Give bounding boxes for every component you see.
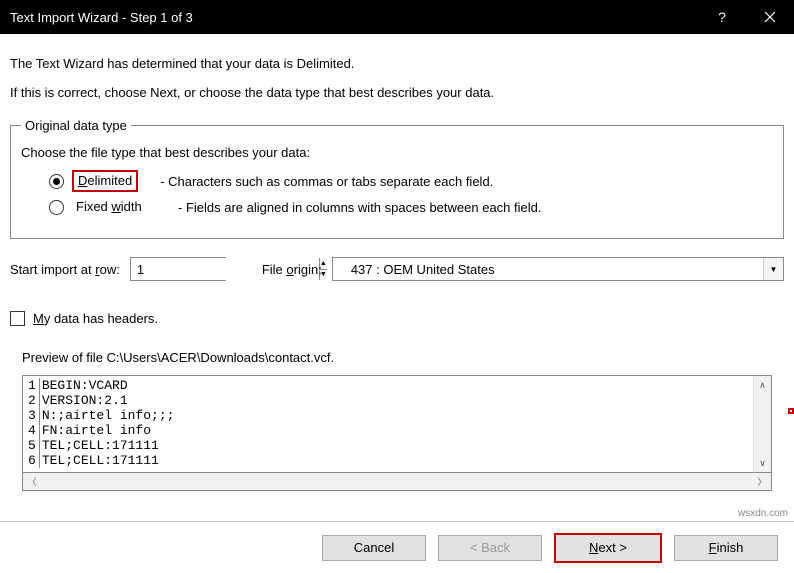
- preview-content: 1BEGIN:VCARD 2VERSION:2.1 3N:;airtel inf…: [23, 376, 753, 472]
- scroll-left-icon[interactable]: 〈: [23, 473, 41, 490]
- close-button[interactable]: [746, 0, 794, 34]
- preview-line: 1BEGIN:VCARD: [25, 378, 753, 393]
- help-button[interactable]: ?: [698, 0, 746, 34]
- radio-fixed-width[interactable]: [49, 200, 64, 215]
- horizontal-scrollbar[interactable]: 〈 〉: [22, 473, 772, 491]
- preview-line: 2VERSION:2.1: [25, 393, 753, 408]
- preview-line: 5TEL;CELL:171111: [25, 438, 753, 453]
- scroll-right-icon[interactable]: 〉: [753, 473, 771, 490]
- radio-row-fixed[interactable]: Fixed width - Fields are aligned in colu…: [49, 198, 773, 216]
- radio-label-delimited: Delimited: [78, 173, 132, 188]
- preview-line: 6TEL;CELL:171111: [25, 453, 753, 468]
- radio-desc-fixed: - Fields are aligned in columns with spa…: [178, 200, 541, 215]
- next-button[interactable]: Next >: [554, 533, 662, 563]
- file-origin-value: 437 : OEM United States: [333, 262, 763, 277]
- close-icon: [764, 11, 776, 23]
- file-origin-select[interactable]: 437 : OEM United States ▼: [332, 257, 784, 281]
- radio-desc-delimited: - Characters such as commas or tabs sepa…: [160, 174, 493, 189]
- preview-line: 4FN:airtel info: [25, 423, 753, 438]
- file-origin-label: File origin:: [262, 262, 322, 277]
- titlebar: Text Import Wizard - Step 1 of 3 ?: [0, 0, 794, 34]
- original-data-type-group: Original data type Choose the file type …: [10, 118, 784, 239]
- headers-checkbox[interactable]: [10, 311, 25, 326]
- preview-label: Preview of file C:\Users\ACER\Downloads\…: [22, 350, 784, 365]
- annotation-marker: [788, 408, 794, 414]
- headers-label: My data has headers.: [33, 311, 158, 326]
- chevron-down-icon[interactable]: ▼: [763, 258, 783, 280]
- intro-text-1: The Text Wizard has determined that your…: [10, 56, 784, 71]
- preview-box: 1BEGIN:VCARD 2VERSION:2.1 3N:;airtel inf…: [22, 375, 772, 473]
- start-row-spinner[interactable]: ▲ ▼: [130, 257, 226, 281]
- preview-line: 3N:;airtel info;;;: [25, 408, 753, 423]
- intro-text-2: If this is correct, choose Next, or choo…: [10, 85, 784, 100]
- watermark: wsxdn.com: [738, 508, 788, 519]
- vertical-scrollbar[interactable]: ∧ ∨: [753, 376, 771, 472]
- radio-label-fixed: Fixed width: [72, 198, 156, 216]
- group-instruction: Choose the file type that best describes…: [21, 145, 773, 160]
- group-legend: Original data type: [21, 118, 131, 133]
- finish-button[interactable]: Finish: [674, 535, 778, 561]
- radio-delimited[interactable]: [49, 174, 64, 189]
- dialog-footer: Cancel < Back Next > Finish: [0, 521, 794, 573]
- scroll-down-icon[interactable]: ∨: [754, 454, 771, 472]
- start-row-label: Start import at row:: [10, 262, 120, 277]
- cancel-button[interactable]: Cancel: [322, 535, 426, 561]
- back-button: < Back: [438, 535, 542, 561]
- radio-row-delimited[interactable]: Delimited - Characters such as commas or…: [49, 170, 773, 192]
- delimited-highlight: Delimited: [72, 170, 138, 192]
- scroll-track[interactable]: [754, 394, 771, 454]
- scroll-up-icon[interactable]: ∧: [754, 376, 771, 394]
- window-title: Text Import Wizard - Step 1 of 3: [10, 10, 193, 25]
- headers-checkbox-row[interactable]: My data has headers.: [10, 311, 784, 326]
